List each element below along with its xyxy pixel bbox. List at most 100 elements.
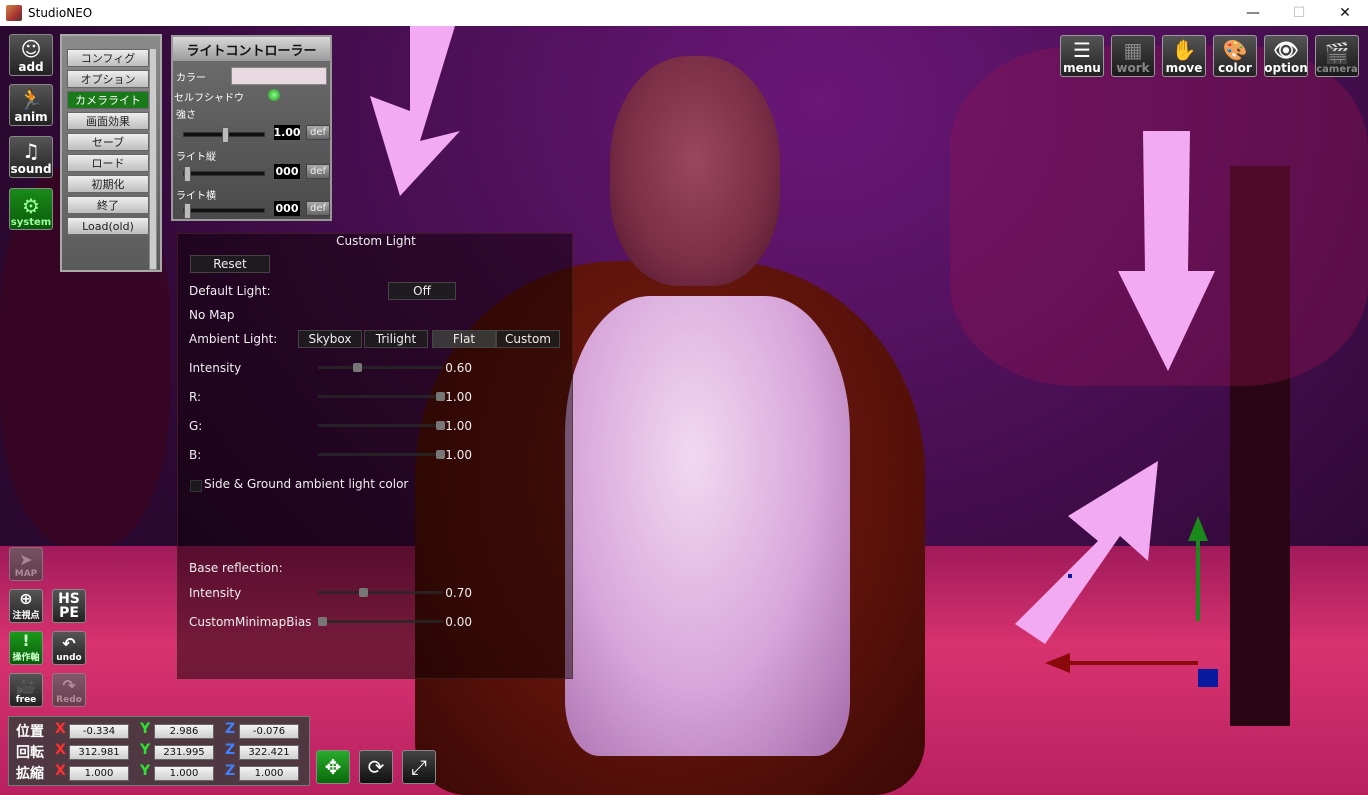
self-shadow-label: セルフシャドウ	[174, 93, 244, 104]
horizontal-def-button[interactable]: def	[306, 201, 330, 216]
slider-track[interactable]	[318, 421, 445, 430]
strength-slider-knob[interactable]	[221, 127, 229, 143]
icon-label: 注視点	[12, 611, 40, 621]
slider-track[interactable]	[318, 363, 443, 372]
transform-x-field[interactable]: -0.334	[69, 724, 129, 739]
close-button[interactable]: ✕	[1322, 0, 1368, 26]
crosshair-plus-button[interactable]: ⊕ 注視点	[9, 589, 43, 623]
slider-track[interactable]	[318, 588, 443, 597]
light-color-swatch[interactable]	[231, 67, 327, 85]
strength-def-button[interactable]: def	[306, 125, 330, 140]
hspe-label: HS PE	[58, 590, 85, 621]
axis-x-label: X	[55, 742, 66, 758]
vertical-slider-knob[interactable]	[184, 166, 191, 182]
system-menu-item[interactable]: セーブ	[67, 133, 149, 151]
strength-slider[interactable]	[183, 127, 265, 143]
slider-track[interactable]	[318, 392, 445, 401]
transform-row-label: 回転	[16, 745, 44, 761]
transform-row-label: 拡縮	[16, 766, 44, 782]
map-arrow-button[interactable]: ➤ MAP	[9, 547, 43, 581]
menu-list-icon: ☰	[1073, 38, 1091, 62]
axis-x-label: X	[55, 763, 66, 779]
option-button[interactable]: 👁 option	[1264, 35, 1308, 77]
transform-x-field[interactable]: 312.981	[69, 745, 129, 760]
undo-button[interactable]: ↶ undo	[52, 631, 86, 665]
no-map-label: No Map	[189, 308, 235, 322]
scale-expand-mode-button[interactable]: ⤢	[402, 750, 436, 784]
menu-label: menu	[1063, 61, 1101, 75]
transform-y-field[interactable]: 2.986	[154, 724, 214, 739]
arrow-right-down	[1118, 131, 1215, 371]
horizontal-slider-knob[interactable]	[184, 203, 191, 219]
slider-value: 1.00	[445, 448, 472, 462]
slider-knob[interactable]	[318, 617, 327, 626]
hand-icon: ✋	[1171, 38, 1197, 62]
redo-button[interactable]: ↷ Redo	[52, 673, 86, 707]
slider-label: B:	[189, 448, 202, 462]
ambient-option-flat[interactable]: Flat	[432, 330, 496, 348]
slider-track[interactable]	[318, 617, 443, 626]
move-button[interactable]: ✋ move	[1162, 35, 1206, 77]
base-reflection-label: Base reflection:	[189, 561, 283, 575]
slider-knob[interactable]	[359, 588, 369, 597]
slider-knob[interactable]	[353, 363, 363, 372]
system-menu-item[interactable]: コンフィグ	[67, 49, 149, 67]
transform-z-field[interactable]: -0.076	[239, 724, 299, 739]
window-title: StudioNEO	[28, 6, 93, 20]
system-menu-item[interactable]: 終了	[67, 196, 149, 214]
self-shadow-toggle[interactable]	[268, 89, 280, 101]
default-light-toggle[interactable]: Off	[388, 282, 456, 300]
rotate-mode-button[interactable]: ⟳	[359, 750, 393, 784]
camera-button[interactable]: 🎬 camera	[1315, 35, 1359, 77]
work-button[interactable]: ▦ work	[1111, 35, 1155, 77]
horizontal-slider[interactable]	[183, 203, 265, 219]
transform-gizmo[interactable]	[1040, 511, 1230, 691]
axis-button[interactable]: ! 操作軸	[9, 631, 43, 665]
app-icon	[6, 5, 22, 21]
system-button[interactable]: ⚙ system	[9, 188, 53, 230]
system-menu-item[interactable]: オプション	[67, 70, 149, 88]
vertical-value[interactable]: 000	[274, 164, 300, 179]
crosshair-plus-icon: ⊕	[19, 589, 33, 608]
custom-light-title: Custom Light	[336, 234, 416, 248]
system-label: system	[10, 217, 52, 228]
strength-value[interactable]: 1.00	[273, 125, 301, 140]
ambient-option-skybox[interactable]: Skybox	[298, 330, 362, 348]
horizontal-value[interactable]: 000	[274, 201, 300, 216]
vertical-slider[interactable]	[183, 166, 265, 182]
transform-y-field[interactable]: 231.995	[154, 745, 214, 760]
move-arrows-mode-button[interactable]: ✥	[316, 750, 350, 784]
slider-track[interactable]	[318, 450, 445, 459]
system-menu-scrollbar[interactable]	[149, 48, 157, 270]
minimize-button[interactable]: —	[1230, 0, 1276, 26]
transform-x-field[interactable]: 1.000	[69, 766, 129, 781]
slider-label: R:	[189, 390, 202, 404]
axis-z-label: Z	[225, 721, 236, 737]
add-button[interactable]: ☺ add	[9, 34, 53, 76]
ambient-option-custom[interactable]: Custom	[496, 330, 560, 348]
reset-button[interactable]: Reset	[190, 255, 270, 273]
hspe-button[interactable]: HS PE	[52, 589, 86, 623]
palette-icon: 🎨	[1222, 38, 1248, 62]
system-menu-item[interactable]: 画面効果	[67, 112, 149, 130]
menu-button[interactable]: ☰ menu	[1060, 35, 1104, 77]
system-menu-item[interactable]: Load(old)	[67, 217, 149, 235]
system-menu-item[interactable]: ロード	[67, 154, 149, 172]
system-menu-item[interactable]: カメラライト	[67, 91, 149, 109]
vertical-def-button[interactable]: def	[306, 164, 330, 179]
color-button[interactable]: 🎨 color	[1213, 35, 1257, 77]
icon-label: undo	[56, 653, 82, 663]
system-menu-item[interactable]: 初期化	[67, 175, 149, 193]
icon-label: Redo	[56, 695, 82, 705]
anim-button[interactable]: 🏃 anim	[9, 84, 53, 126]
ambient-option-trilight[interactable]: Trilight	[364, 330, 428, 348]
work-label: work	[1116, 61, 1150, 75]
transform-y-field[interactable]: 1.000	[154, 766, 214, 781]
side-ground-checkbox[interactable]	[190, 480, 202, 492]
maximize-button[interactable]: ☐	[1276, 0, 1322, 26]
video-camera-button[interactable]: 🎥 free	[9, 673, 43, 707]
sound-button[interactable]: ♫ sound	[9, 136, 53, 178]
transform-z-field[interactable]: 1.000	[239, 766, 299, 781]
transform-z-field[interactable]: 322.421	[239, 745, 299, 760]
window-titlebar: StudioNEO — ☐ ✕	[0, 0, 1368, 27]
